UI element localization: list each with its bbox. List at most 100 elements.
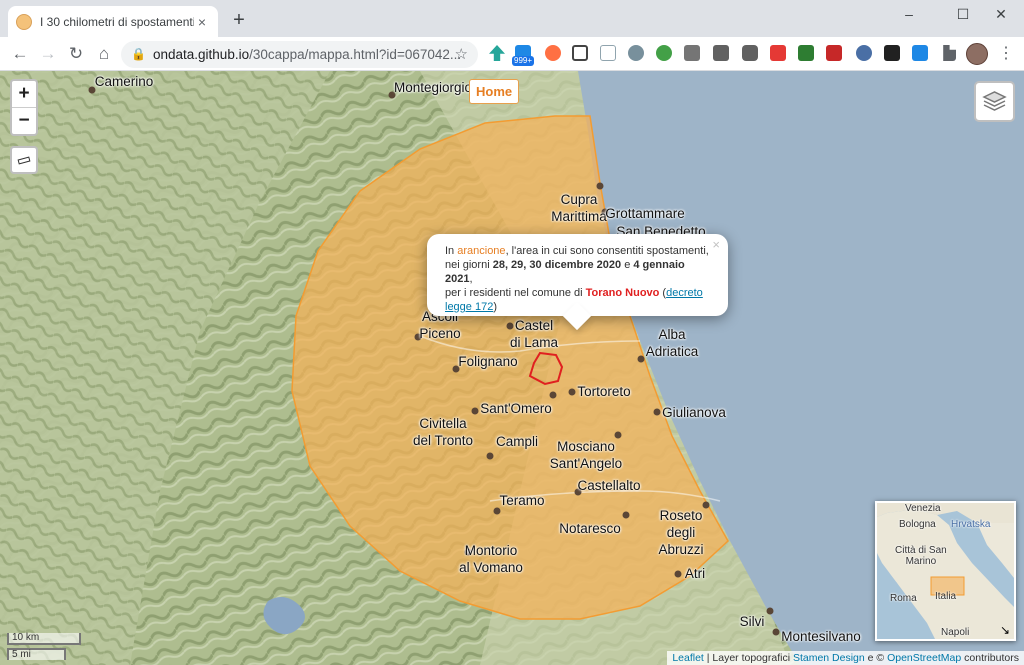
extension-library-icon[interactable] — [884, 45, 900, 61]
place-label: Tortoreto — [577, 384, 631, 399]
popup-text: per i residenti nel comune di — [445, 287, 586, 299]
zoom-control: + − — [10, 79, 38, 136]
popup-days: 28, 29, 30 dicembre 2020 — [492, 259, 622, 271]
tab-title: I 30 chilometri di spostamenti de — [40, 14, 194, 29]
popup-text: In — [445, 245, 458, 257]
ruler-icon — [17, 156, 31, 165]
zoom-in-button[interactable]: + — [12, 81, 36, 107]
bookmark-star-icon[interactable]: ☆ — [455, 41, 468, 68]
place-dot — [772, 628, 780, 636]
info-popup: × In arancione, l'area in cui sono conse… — [427, 234, 728, 331]
osm-link[interactable]: OpenStreetMap — [887, 652, 961, 664]
back-button[interactable]: ← — [8, 42, 32, 66]
popup-text: , l'area in cui sono consentiti spostame… — [505, 245, 709, 257]
place-label: Campli — [495, 434, 539, 449]
extension-tools-icon[interactable] — [572, 45, 588, 61]
place-dot — [486, 452, 494, 460]
stamen-link[interactable]: Stamen Design — [793, 652, 865, 664]
minimize-button[interactable]: – — [886, 0, 932, 30]
browser-toolbar: ← → ↻ ⌂ 🔒 ondata.github.io/30cappa/mappa… — [0, 37, 1024, 71]
place-label: Montegiorgio — [393, 80, 473, 95]
place-label: Castellalto — [577, 478, 641, 493]
popup-text: , — [469, 273, 473, 285]
minimap-label: Napoli — [941, 627, 970, 638]
place-label: Roseto degli Abruzzi — [658, 508, 704, 557]
place-label: Mosciano Sant'Angelo — [549, 439, 623, 471]
extension-green-icon[interactable] — [656, 45, 672, 61]
tab-strip: I 30 chilometri di spostamenti de × + – … — [0, 0, 1024, 37]
legge-link[interactable]: legge 172 — [445, 301, 493, 313]
address-bar[interactable]: 🔒 ondata.github.io/30cappa/mappa.html?id… — [121, 41, 478, 68]
popup-text: nei giorni — [445, 259, 493, 271]
scale-imperial: 5 mi — [7, 648, 66, 660]
minimap-label: Hrvatska — [951, 519, 991, 530]
map-attribution: Leaflet | Layer topografici Stamen Desig… — [667, 651, 1024, 665]
minimap-label: Città di San Marino — [895, 545, 947, 567]
zoom-out-button[interactable]: − — [12, 108, 36, 134]
home-button[interactable]: Home — [469, 79, 520, 104]
place-label: Castel di Lama — [509, 318, 559, 350]
place-dot — [471, 407, 479, 415]
place-dot — [568, 388, 576, 396]
extension-h2-icon[interactable] — [713, 45, 729, 61]
minimap-toggle-icon[interactable]: ↘ — [998, 623, 1012, 637]
layers-icon — [982, 91, 1007, 111]
tab-close-icon[interactable]: × — [194, 14, 210, 30]
popup-close-button[interactable]: × — [712, 238, 720, 252]
place-label: Civitella del Tronto — [412, 416, 474, 448]
scale-metric: 10 km — [7, 633, 81, 645]
place-label: Silvi — [739, 614, 765, 629]
popup-text: ) — [493, 301, 497, 313]
lock-icon: 🔒 — [131, 47, 146, 61]
place-label: Atri — [684, 566, 706, 581]
attribution-text: e © — [864, 652, 888, 664]
map-view[interactable]: Camerino Montegiorgio Cupra Marittima Gr… — [0, 71, 1024, 665]
url-path: /30cappa/mappa.html?id=067042... — [249, 47, 462, 62]
decreto-link[interactable]: decreto — [666, 287, 703, 299]
popup-content: In arancione, l'area in cui sono consent… — [445, 244, 710, 314]
place-dot — [549, 391, 557, 399]
new-tab-button[interactable]: + — [228, 9, 250, 31]
profile-avatar[interactable] — [966, 43, 988, 65]
place-label: Alba Adriatica — [645, 327, 699, 359]
place-dot — [653, 408, 661, 416]
extension-square-icon[interactable] — [742, 45, 758, 61]
place-label: Teramo — [499, 493, 545, 508]
place-dot — [674, 570, 682, 578]
leaflet-link[interactable]: Leaflet — [672, 652, 704, 664]
extension-arrow-icon[interactable] — [600, 45, 616, 61]
home-icon[interactable]: ⌂ — [92, 42, 116, 66]
popup-color-word: arancione — [457, 245, 506, 257]
extension-globe-icon[interactable] — [856, 45, 872, 61]
measure-tool-button[interactable] — [10, 146, 38, 174]
extension-d-icon[interactable] — [912, 45, 928, 61]
forward-button[interactable]: → — [36, 42, 60, 66]
popup-comune: Torano Nuovo — [585, 287, 660, 299]
extensions-puzzle-icon[interactable] — [943, 45, 956, 61]
place-label: Camerino — [94, 74, 154, 89]
place-label: Grottammare — [605, 206, 685, 221]
browser-tab[interactable]: I 30 chilometri di spostamenti de × — [8, 6, 218, 37]
minimap-basemap — [877, 503, 1014, 639]
extension-h-icon[interactable] — [684, 45, 700, 61]
place-label: Giulianova — [662, 405, 726, 420]
place-label: Cupra Marittima — [551, 192, 607, 224]
place-dot — [702, 501, 710, 509]
layers-button[interactable] — [974, 81, 1015, 122]
extension-red-icon[interactable] — [770, 45, 786, 61]
minimap-label: Italia — [935, 591, 957, 602]
extension-ublock-icon[interactable] — [826, 45, 842, 61]
close-window-button[interactable]: ✕ — [978, 0, 1024, 30]
extension-search-icon[interactable] — [628, 45, 644, 61]
reload-button[interactable]: ↻ — [64, 42, 88, 66]
extension-orange-icon[interactable] — [545, 45, 561, 61]
attribution-text: | Layer topografici — [703, 652, 793, 664]
extension-upload-icon[interactable] — [489, 45, 505, 61]
browser-menu-icon[interactable]: ⋮ — [996, 42, 1016, 66]
place-label: Montesilvano — [781, 629, 861, 644]
url-host: ondata.github.io — [153, 47, 250, 62]
extension-s-icon[interactable] — [798, 45, 814, 61]
minimap-label: Roma — [890, 593, 917, 604]
minimap[interactable]: Venezia Bologna Hrvatska Città di San Ma… — [875, 501, 1016, 641]
place-label: Folignano — [458, 354, 518, 369]
